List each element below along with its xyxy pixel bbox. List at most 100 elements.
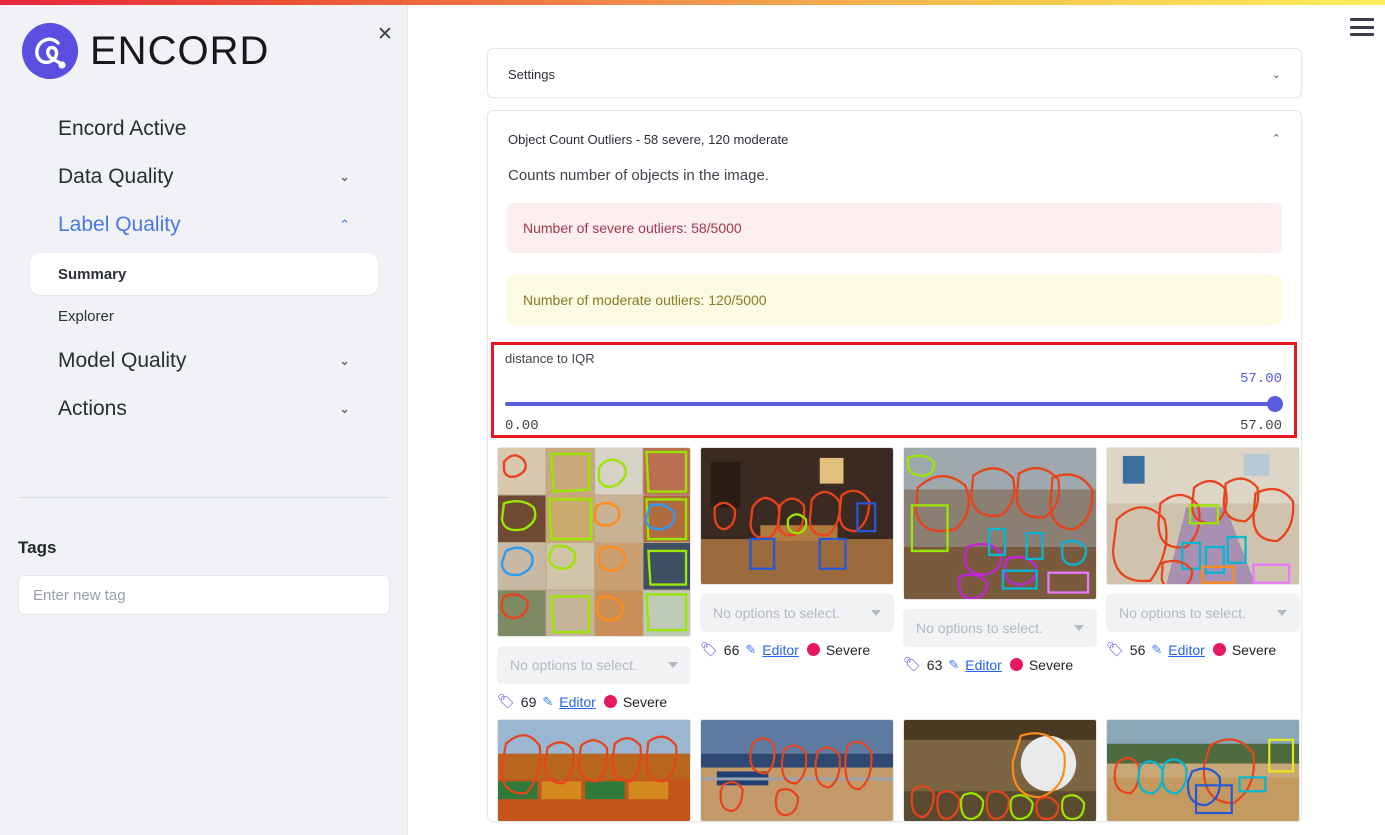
pencil-edit-icon[interactable]: ✎ xyxy=(745,642,756,658)
metric-description: Counts number of objects in the image. xyxy=(508,167,769,184)
tag-select-dropdown[interactable]: No options to select. xyxy=(700,594,894,632)
editor-link[interactable]: Editor xyxy=(762,642,799,658)
severity-label: Severe xyxy=(825,641,871,658)
chevron-down-icon: ⌄ xyxy=(339,353,350,368)
thumbnail-image[interactable] xyxy=(497,447,691,637)
sidebar-item-explorer[interactable]: Explorer xyxy=(30,295,378,337)
image-meta: 🏷 63 ✎ Editor Severe xyxy=(903,656,1097,673)
dropdown-placeholder: No options to select. xyxy=(510,657,637,673)
chevron-down-icon xyxy=(1074,625,1084,631)
severe-outliers-alert: Number of severe outliers: 58/5000 xyxy=(507,203,1282,253)
sidebar-item-label: Encord Active xyxy=(58,117,187,140)
chevron-down-icon: ⌄ xyxy=(339,401,350,416)
slider-label: distance to IQR xyxy=(505,351,595,366)
thumbnail-image[interactable] xyxy=(1106,719,1300,822)
thumbnail-image[interactable] xyxy=(700,447,894,585)
tag-select-dropdown[interactable]: No options to select. xyxy=(497,646,691,684)
thumbnail-image[interactable] xyxy=(903,447,1097,600)
dropdown-placeholder: No options to select. xyxy=(1119,605,1246,621)
grid-cell: No options to select. 🏷 56 ✎ Editor Seve… xyxy=(1106,447,1300,710)
grid-row xyxy=(497,719,1300,822)
tag-icon: 🏷 xyxy=(903,656,921,672)
object-count: 63 xyxy=(926,656,943,673)
brand: ENCORD xyxy=(22,23,269,79)
tag-icon: 🏷 xyxy=(700,641,718,657)
sidebar-item-data-quality[interactable]: Data Quality ⌄ xyxy=(30,153,378,201)
new-tag-input[interactable] xyxy=(18,575,390,615)
slider-track[interactable] xyxy=(505,402,1279,406)
editor-link[interactable]: Editor xyxy=(965,657,1002,673)
severity-label: Severe xyxy=(1028,656,1074,673)
image-meta: 🏷 66 ✎ Editor Severe xyxy=(700,641,894,658)
hamburger-line xyxy=(1350,18,1374,21)
severity-dot-icon xyxy=(1212,643,1226,656)
pencil-edit-icon[interactable]: ✎ xyxy=(948,657,959,673)
sidebar-item-label-quality[interactable]: Label Quality ⌃ xyxy=(30,201,378,249)
image-meta: 🏷 69 ✎ Editor Severe xyxy=(497,693,691,710)
grid-cell: No options to select. 🏷 69 ✎ Editor Seve… xyxy=(497,447,691,710)
brand-wordmark: ENCORD xyxy=(90,28,270,73)
slider-min-label: 0.00 xyxy=(505,418,539,434)
sidebar-item-label: Data Quality xyxy=(58,165,174,188)
chevron-down-icon xyxy=(871,610,881,616)
app-root: ✕ ENCORD Encord Active Data Quality ⌄ La… xyxy=(0,0,1385,835)
thumbnail-image[interactable] xyxy=(1106,447,1300,585)
iqr-slider-region: distance to IQR 57.00 0.00 57.00 xyxy=(491,342,1297,438)
sidebar-item-label: Model Quality xyxy=(58,349,187,372)
image-meta: 🏷 56 ✎ Editor Severe xyxy=(1106,641,1300,658)
thumbnail-image[interactable] xyxy=(700,719,894,822)
sidebar-item-encord-active[interactable]: Encord Active xyxy=(30,105,378,153)
sidebar-subitem-label: Summary xyxy=(58,265,127,283)
slider-current-value: 57.00 xyxy=(1239,371,1282,387)
chevron-down-icon: ⌄ xyxy=(339,169,350,184)
dropdown-placeholder: No options to select. xyxy=(916,620,1043,636)
grid-cell: No options to select. 🏷 63 ✎ Editor Seve… xyxy=(903,447,1097,710)
editor-link[interactable]: Editor xyxy=(1168,642,1205,658)
settings-card-header[interactable]: Settings ⌄ xyxy=(488,49,1301,99)
object-count: 69 xyxy=(520,693,537,710)
tags-heading: Tags xyxy=(18,538,57,557)
settings-card[interactable]: Settings ⌄ xyxy=(487,48,1302,98)
grid-cell xyxy=(1106,719,1300,822)
severity-label: Severe xyxy=(622,693,668,710)
sidebar-item-summary[interactable]: Summary xyxy=(30,253,378,295)
severity-dot-icon xyxy=(1009,658,1023,671)
encord-logo-icon xyxy=(22,23,78,79)
slider-thumb[interactable] xyxy=(1267,396,1283,412)
grid-cell xyxy=(700,719,894,822)
thumbnail-image[interactable] xyxy=(903,719,1097,822)
sidebar-subnav: Summary Explorer xyxy=(30,253,378,337)
severe-outliers-text: Number of severe outliers: 58/5000 xyxy=(523,220,742,236)
tag-select-dropdown[interactable]: No options to select. xyxy=(903,609,1097,647)
moderate-outliers-alert: Number of moderate outliers: 120/5000 xyxy=(507,275,1282,325)
chevron-down-icon xyxy=(668,662,678,668)
sidebar: ✕ ENCORD Encord Active Data Quality ⌄ La… xyxy=(0,5,408,835)
thumbnail-image[interactable] xyxy=(497,719,691,822)
dropdown-placeholder: No options to select. xyxy=(713,605,840,621)
settings-title: Settings xyxy=(508,66,555,82)
object-count: 66 xyxy=(723,641,740,658)
tag-select-dropdown[interactable]: No options to select. xyxy=(1106,594,1300,632)
hamburger-line xyxy=(1350,25,1374,29)
grid-cell: No options to select. 🏷 66 ✎ Editor Seve… xyxy=(700,447,894,710)
sidebar-nav: Encord Active Data Quality ⌄ Label Quali… xyxy=(0,105,408,433)
sidebar-item-model-quality[interactable]: Model Quality ⌄ xyxy=(30,337,378,385)
sidebar-subitem-label: Explorer xyxy=(58,307,114,325)
chevron-up-icon: ⌃ xyxy=(339,217,350,232)
hamburger-line xyxy=(1350,33,1374,36)
sidebar-item-label: Label Quality xyxy=(58,213,181,236)
accent-gradient-bar xyxy=(0,0,1385,5)
editor-link[interactable]: Editor xyxy=(559,694,596,710)
close-icon[interactable]: ✕ xyxy=(372,21,398,47)
severity-dot-icon xyxy=(806,643,820,656)
hamburger-menu-icon[interactable] xyxy=(1350,18,1374,36)
grid-cell xyxy=(903,719,1097,822)
sidebar-divider xyxy=(18,497,390,498)
tag-icon: 🏷 xyxy=(497,693,515,709)
chevron-up-icon[interactable]: ⌃ xyxy=(1272,132,1281,145)
pencil-edit-icon[interactable]: ✎ xyxy=(1151,642,1162,658)
sidebar-item-label: Actions xyxy=(58,397,127,420)
pencil-edit-icon[interactable]: ✎ xyxy=(542,694,553,710)
sidebar-item-actions[interactable]: Actions ⌄ xyxy=(30,385,378,433)
metric-title: Object Count Outliers - 58 severe, 120 m… xyxy=(508,132,789,147)
